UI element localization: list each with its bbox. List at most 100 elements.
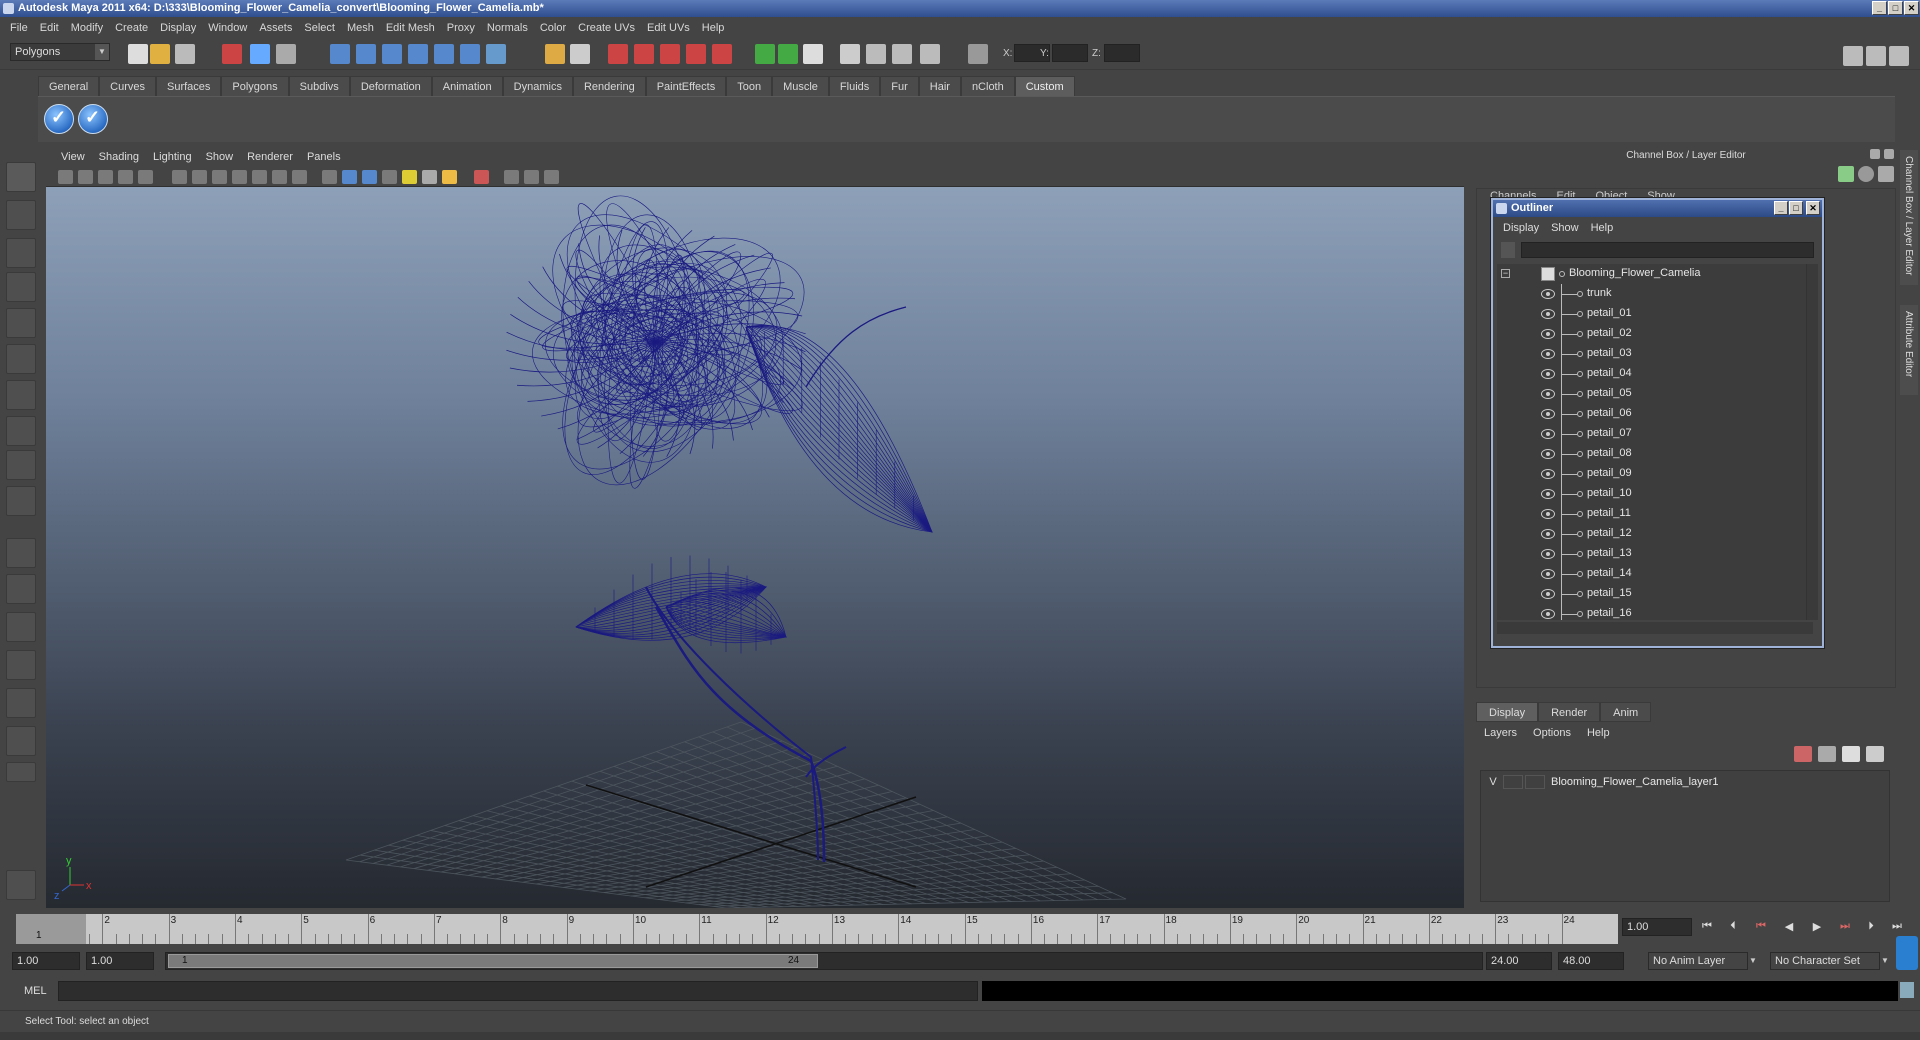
- paint-select-tool-icon[interactable]: [6, 238, 36, 268]
- outliner-row-item[interactable]: petail_04: [1497, 364, 1813, 384]
- image-plane-icon[interactable]: [118, 170, 133, 184]
- bookmark-icon[interactable]: [98, 170, 113, 184]
- menu-file[interactable]: File: [4, 22, 34, 34]
- hypershade-icon[interactable]: [686, 44, 706, 64]
- float-panel-icon[interactable]: [1870, 149, 1880, 159]
- shelf-tab-ncloth[interactable]: nCloth: [960, 76, 1015, 96]
- outliner-row-item[interactable]: petail_12: [1497, 524, 1813, 544]
- layer-menu-layers[interactable]: Layers: [1476, 724, 1525, 742]
- menu-proxy[interactable]: Proxy: [441, 22, 481, 34]
- outliner-row-item[interactable]: petail_13: [1497, 544, 1813, 564]
- menu-mesh[interactable]: Mesh: [341, 22, 380, 34]
- command-input[interactable]: [58, 981, 978, 1001]
- film-gate-icon[interactable]: [192, 170, 207, 184]
- outliner-row-item[interactable]: petail_01: [1497, 304, 1813, 324]
- maximize-button[interactable]: □: [1888, 1, 1903, 15]
- layer-color-swatch[interactable]: [1525, 775, 1545, 789]
- layer-visibility-toggle[interactable]: V: [1483, 776, 1503, 788]
- save-scene-icon[interactable]: [175, 44, 195, 64]
- dope-sheet-icon[interactable]: [866, 44, 886, 64]
- step-forward-frame-icon[interactable]: ⏵: [1862, 920, 1880, 936]
- outliner-row-item[interactable]: petail_02: [1497, 324, 1813, 344]
- playback-start-field[interactable]: 1.00: [86, 952, 154, 970]
- snap-plane-icon[interactable]: [408, 44, 428, 64]
- move-layer-down-icon[interactable]: [1818, 746, 1836, 762]
- viewport-menu-panels[interactable]: Panels: [300, 151, 348, 163]
- outliner-row-item[interactable]: petail_16: [1497, 604, 1813, 620]
- layout-outliner-icon[interactable]: [6, 612, 36, 642]
- snap-point-icon[interactable]: [382, 44, 402, 64]
- step-forward-key-icon[interactable]: ⏭: [1836, 920, 1854, 936]
- end-time-field[interactable]: 48.00: [1558, 952, 1624, 970]
- character-set-dropdown[interactable]: No Character Set ▼: [1770, 952, 1889, 970]
- select-tool-icon[interactable]: [6, 162, 36, 192]
- outliner-row-root[interactable]: − Blooming_Flower_Camelia: [1497, 264, 1813, 284]
- resolution-gate-icon[interactable]: [212, 170, 227, 184]
- layer-name[interactable]: Blooming_Flower_Camelia_layer1: [1547, 776, 1719, 788]
- outliner-row-item[interactable]: petail_09: [1497, 464, 1813, 484]
- outliner-row-item[interactable]: petail_06: [1497, 404, 1813, 424]
- show-channel-box-icon[interactable]: [1889, 46, 1909, 66]
- last-tool-icon[interactable]: [6, 486, 36, 516]
- layout-graph-icon[interactable]: [6, 650, 36, 680]
- go-to-end-icon[interactable]: ⏭: [1888, 920, 1906, 936]
- step-back-key-icon[interactable]: ⏮: [1752, 920, 1770, 936]
- layer-row[interactable]: V Blooming_Flower_Camelia_layer1: [1483, 773, 1887, 791]
- current-time-marker[interactable]: [16, 914, 86, 944]
- shelf-tab-polygons[interactable]: Polygons: [221, 76, 289, 96]
- select-object-icon[interactable]: [250, 44, 270, 64]
- menu-color[interactable]: Color: [534, 22, 572, 34]
- menu-edit-uvs[interactable]: Edit UVs: [641, 22, 696, 34]
- panel-layout-3-icon[interactable]: [803, 44, 823, 64]
- outliner-row-item[interactable]: trunk: [1497, 284, 1813, 304]
- viewport-menu-view[interactable]: View: [54, 151, 92, 163]
- snap-live-icon[interactable]: [434, 44, 454, 64]
- step-back-frame-icon[interactable]: ⏴: [1724, 920, 1742, 936]
- shelf-tab-general[interactable]: General: [38, 76, 100, 96]
- safe-action-icon[interactable]: [272, 170, 287, 184]
- start-time-field[interactable]: 1.00: [12, 952, 80, 970]
- help-icon[interactable]: [486, 44, 506, 64]
- checkmark-shelf-button-1[interactable]: [44, 104, 74, 134]
- shelf-tab-surfaces[interactable]: Surfaces: [155, 76, 222, 96]
- filter-icon[interactable]: [1501, 242, 1515, 258]
- layout-single-icon[interactable]: [6, 538, 36, 568]
- menu-create-uvs[interactable]: Create UVs: [572, 22, 641, 34]
- ipr-render-icon[interactable]: [634, 44, 654, 64]
- render-view-icon[interactable]: [712, 44, 732, 64]
- range-slider-thumb[interactable]: [168, 954, 818, 968]
- panel-layout-1-icon[interactable]: [755, 44, 775, 64]
- y-coordinate-field[interactable]: [1052, 44, 1088, 62]
- grid-toggle-icon[interactable]: [172, 170, 187, 184]
- viewport-menu-show[interactable]: Show: [199, 151, 241, 163]
- camera-select-icon[interactable]: [58, 170, 73, 184]
- menu-edit-mesh[interactable]: Edit Mesh: [380, 22, 441, 34]
- shelf-tab-animation[interactable]: Animation: [431, 76, 503, 96]
- move-tool-icon[interactable]: [6, 272, 36, 302]
- outliner-title-bar[interactable]: Outliner _ □ ✕: [1493, 200, 1822, 217]
- isolate-select-icon[interactable]: [474, 170, 489, 184]
- speed-icon[interactable]: [1858, 166, 1874, 182]
- layer-tab-anim[interactable]: Anim: [1600, 702, 1652, 722]
- show-attribute-editor-icon[interactable]: [1843, 46, 1863, 66]
- viewport-menu-shading[interactable]: Shading: [92, 151, 146, 163]
- layer-menu-options[interactable]: Options: [1525, 724, 1579, 742]
- layout-more-icon[interactable]: [6, 762, 36, 782]
- shelf-tab-deformation[interactable]: Deformation: [349, 76, 432, 96]
- perspective-viewport[interactable]: y x z: [46, 187, 1464, 908]
- camera-attributes-icon[interactable]: [78, 170, 93, 184]
- new-scene-icon[interactable]: [128, 44, 148, 64]
- layer-tab-render[interactable]: Render: [1538, 702, 1601, 722]
- menu-window[interactable]: Window: [202, 22, 253, 34]
- wireframe-icon[interactable]: [322, 170, 337, 184]
- shelf-tab-fluids[interactable]: Fluids: [828, 76, 881, 96]
- outliner-row-item[interactable]: petail_08: [1497, 444, 1813, 464]
- mental-ray-icon[interactable]: [6, 870, 36, 900]
- current-time-field[interactable]: 1.00: [1622, 918, 1692, 936]
- outliner-menu-display[interactable]: Display: [1497, 222, 1545, 234]
- viewport-menu-renderer[interactable]: Renderer: [240, 151, 300, 163]
- outliner-row-item[interactable]: petail_10: [1497, 484, 1813, 504]
- snap-grid-icon[interactable]: [330, 44, 350, 64]
- viewport-menu-lighting[interactable]: Lighting: [146, 151, 199, 163]
- menu-modify[interactable]: Modify: [65, 22, 109, 34]
